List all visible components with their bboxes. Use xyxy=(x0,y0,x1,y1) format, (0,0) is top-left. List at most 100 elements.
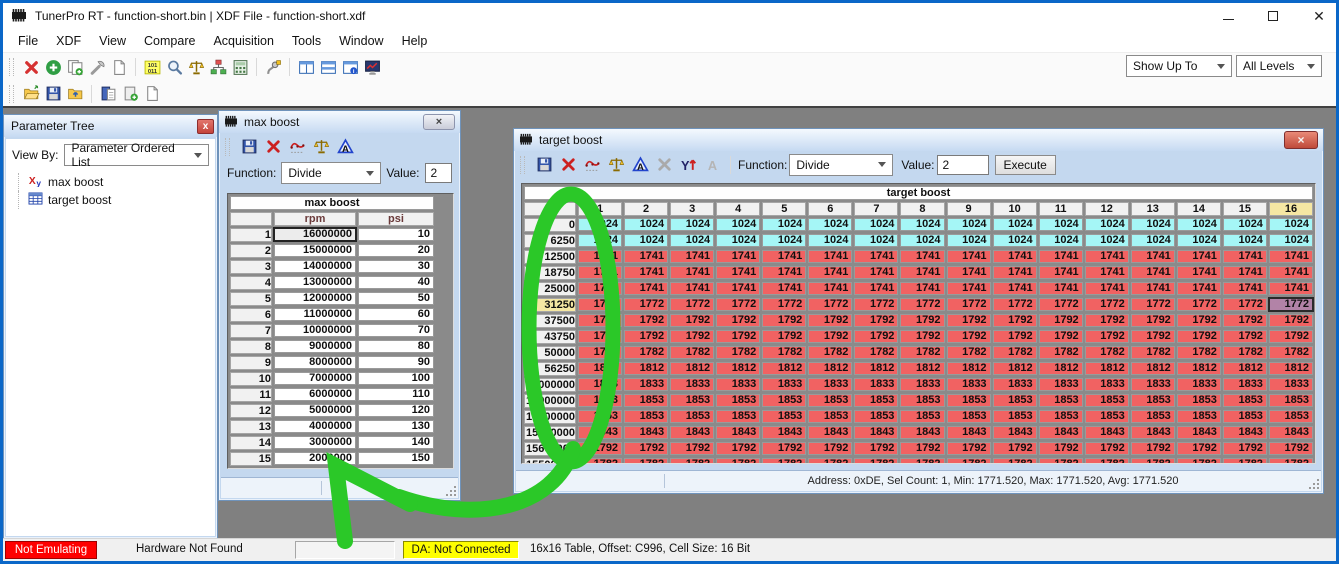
cell-psi[interactable]: 120 xyxy=(358,404,434,417)
menu-file[interactable]: File xyxy=(9,32,47,50)
table-cell[interactable]: 1833 xyxy=(947,378,991,391)
table-cell[interactable]: 1772 xyxy=(624,298,668,311)
table-cell[interactable]: 1792 xyxy=(578,330,622,343)
row-header[interactable]: 5 xyxy=(230,292,272,306)
table-cell[interactable]: 1741 xyxy=(1039,266,1083,279)
table-cell[interactable]: 1024 xyxy=(1131,218,1175,231)
table-cell[interactable]: 1792 xyxy=(993,314,1037,327)
row-header[interactable]: 8 xyxy=(230,340,272,354)
table-cell[interactable]: 1812 xyxy=(670,362,714,375)
selected-cell[interactable]: 1772 xyxy=(1268,297,1314,312)
table-cell[interactable]: 1741 xyxy=(716,250,760,263)
x-disabled-icon[interactable] xyxy=(653,155,675,175)
table-cell[interactable]: 1812 xyxy=(947,362,991,375)
curve-icon[interactable] xyxy=(286,137,308,157)
curve-icon[interactable] xyxy=(581,155,603,175)
row-header[interactable]: 4 xyxy=(230,276,272,290)
table-cell[interactable]: 1741 xyxy=(1131,282,1175,295)
table-cell[interactable]: 1782 xyxy=(1131,346,1175,359)
compare-a-icon[interactable]: A xyxy=(334,137,356,157)
table-cell[interactable]: 1024 xyxy=(716,234,760,247)
table-cell[interactable]: 1792 xyxy=(1085,442,1129,455)
table-cell[interactable]: 1782 xyxy=(762,346,806,359)
table-cell[interactable]: 1843 xyxy=(1223,426,1267,439)
table-cell[interactable]: 1782 xyxy=(1039,458,1083,464)
search-icon[interactable] xyxy=(163,57,185,77)
table-cell[interactable]: 1782 xyxy=(1269,346,1313,359)
table-cell[interactable]: 1741 xyxy=(993,266,1037,279)
table-cell[interactable]: 1782 xyxy=(854,346,898,359)
resize-grip[interactable] xyxy=(444,484,456,496)
table-cell[interactable]: 1024 xyxy=(1223,218,1267,231)
delete-x-icon[interactable] xyxy=(262,137,284,157)
table-cell[interactable]: 1792 xyxy=(1177,314,1221,327)
table-cell[interactable]: 1853 xyxy=(900,394,944,407)
table-cell[interactable]: 1792 xyxy=(854,314,898,327)
table-cell[interactable]: 1024 xyxy=(670,218,714,231)
table-cell[interactable]: 1741 xyxy=(993,250,1037,263)
table-cell[interactable]: 1833 xyxy=(854,378,898,391)
table-cell[interactable]: 1843 xyxy=(1085,426,1129,439)
table-cell[interactable]: 1853 xyxy=(900,410,944,423)
column-header-11[interactable]: 11 xyxy=(1039,202,1083,216)
table-cell[interactable]: 1741 xyxy=(854,250,898,263)
row-header[interactable]: 13 xyxy=(230,420,272,434)
target-boost-close-button[interactable]: × xyxy=(1284,131,1318,149)
table-cell[interactable]: 1853 xyxy=(624,410,668,423)
table-cell[interactable]: 1812 xyxy=(578,362,622,375)
table-cell[interactable]: 1024 xyxy=(624,218,668,231)
table-cell[interactable]: 1782 xyxy=(716,346,760,359)
table-cell[interactable]: 1782 xyxy=(1131,458,1175,464)
table-cell[interactable]: 1792 xyxy=(1269,330,1313,343)
table-cell[interactable]: 1782 xyxy=(900,458,944,464)
table-cell[interactable]: 1782 xyxy=(1269,458,1313,464)
table-cell[interactable]: 1741 xyxy=(716,266,760,279)
trace-icon[interactable]: Y xyxy=(677,155,699,175)
table-cell[interactable]: 1024 xyxy=(808,218,852,231)
table-cell[interactable]: 1741 xyxy=(624,250,668,263)
row-header[interactable]: 12 xyxy=(230,404,272,418)
table-cell[interactable]: 1812 xyxy=(716,362,760,375)
table-cell[interactable]: 1741 xyxy=(947,250,991,263)
table-cell[interactable]: 1833 xyxy=(578,378,622,391)
table-cell[interactable]: 1782 xyxy=(1223,346,1267,359)
table-cell[interactable]: 1792 xyxy=(670,314,714,327)
table-cell[interactable]: 1741 xyxy=(900,282,944,295)
open-folder-icon[interactable] xyxy=(20,84,42,104)
table-cell[interactable]: 1741 xyxy=(1177,266,1221,279)
table-cell[interactable]: 1843 xyxy=(1269,426,1313,439)
save-icon[interactable] xyxy=(42,84,64,104)
cell-psi[interactable]: 50 xyxy=(358,292,434,305)
table-cell[interactable]: 1792 xyxy=(762,330,806,343)
max-boost-close-button[interactable]: × xyxy=(423,114,455,130)
execute-button[interactable]: Execute xyxy=(995,155,1056,175)
table-cell[interactable]: 1792 xyxy=(1131,330,1175,343)
table-cell[interactable]: 1024 xyxy=(1269,218,1313,231)
table-cell[interactable]: 1853 xyxy=(670,394,714,407)
table-cell[interactable]: 1024 xyxy=(578,218,622,231)
cell-psi[interactable]: 100 xyxy=(358,372,434,385)
table-cell[interactable]: 1833 xyxy=(762,378,806,391)
table-cell[interactable]: 1792 xyxy=(1269,442,1313,455)
table-cell[interactable]: 1024 xyxy=(900,218,944,231)
table-cell[interactable]: 1741 xyxy=(1039,250,1083,263)
table-cell[interactable]: 1853 xyxy=(854,394,898,407)
table-cell[interactable]: 1792 xyxy=(624,330,668,343)
cell-rpm[interactable]: 14000000 xyxy=(274,260,356,273)
table-cell[interactable]: 1741 xyxy=(762,266,806,279)
table-cell[interactable]: 1772 xyxy=(900,298,944,311)
cell-psi[interactable]: 140 xyxy=(358,436,434,449)
table-cell[interactable]: 1833 xyxy=(716,378,760,391)
table-cell[interactable]: 1843 xyxy=(900,426,944,439)
column-header-3[interactable]: 3 xyxy=(670,202,714,216)
cell-rpm[interactable]: 15000000 xyxy=(274,244,356,257)
table-cell[interactable]: 1853 xyxy=(624,394,668,407)
cell-psi[interactable]: 80 xyxy=(358,340,434,353)
table-cell[interactable]: 1782 xyxy=(947,346,991,359)
export-doc-icon[interactable] xyxy=(119,84,141,104)
table-cell[interactable]: 1741 xyxy=(808,282,852,295)
table-cell[interactable]: 1853 xyxy=(1039,410,1083,423)
table-cell[interactable]: 1792 xyxy=(1039,442,1083,455)
table-cell[interactable]: 1833 xyxy=(900,378,944,391)
column-header-psi[interactable]: psi xyxy=(358,212,434,226)
